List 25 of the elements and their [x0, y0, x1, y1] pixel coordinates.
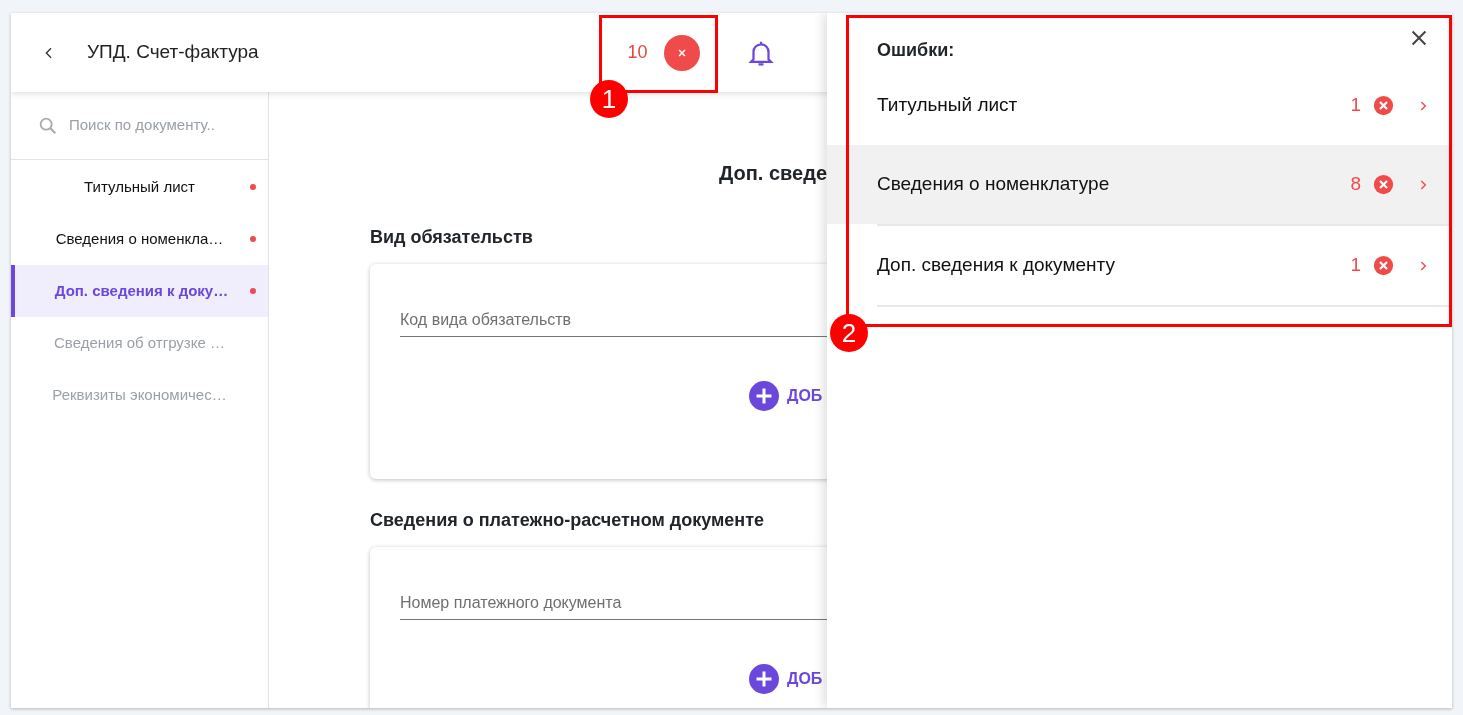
- error-icon: [1373, 174, 1394, 195]
- error-row[interactable]: Титульный лист 1: [827, 66, 1452, 145]
- plus-icon: [749, 664, 779, 694]
- error-row[interactable]: Сведения о номенклатуре 8: [827, 145, 1452, 224]
- group-title: Сведения о платежно-расчетном документе: [370, 509, 765, 532]
- sidebar-item[interactable]: Доп. сведения к доку…: [11, 265, 268, 317]
- error-row[interactable]: Доп. сведения к документу 1: [827, 226, 1452, 305]
- group-title: Вид обязательств: [370, 226, 534, 249]
- add-button[interactable]: ДОБ: [749, 664, 823, 694]
- errors-button[interactable]: [663, 34, 700, 71]
- error-count: 1: [1350, 93, 1361, 118]
- input-field[interactable]: Код вида обязательств: [400, 304, 827, 337]
- panel-title: Ошибки:: [877, 39, 955, 62]
- sidebar-item[interactable]: Сведения о номенкла…: [11, 213, 268, 265]
- error-icon: [1373, 255, 1394, 276]
- error-count: 10: [627, 41, 648, 64]
- input-field[interactable]: Номер платежного документа: [400, 587, 827, 620]
- error-count: 8: [1350, 172, 1361, 197]
- plus-icon: [749, 381, 779, 411]
- page-title: УПД. Счет-фактура: [87, 40, 259, 65]
- section-heading: Доп. сведе: [719, 161, 827, 186]
- error-icon: [1373, 95, 1394, 116]
- error-count: 1: [1350, 253, 1361, 278]
- add-button[interactable]: ДОБ: [749, 381, 823, 411]
- sidebar-item[interactable]: Титульный лист: [11, 161, 268, 213]
